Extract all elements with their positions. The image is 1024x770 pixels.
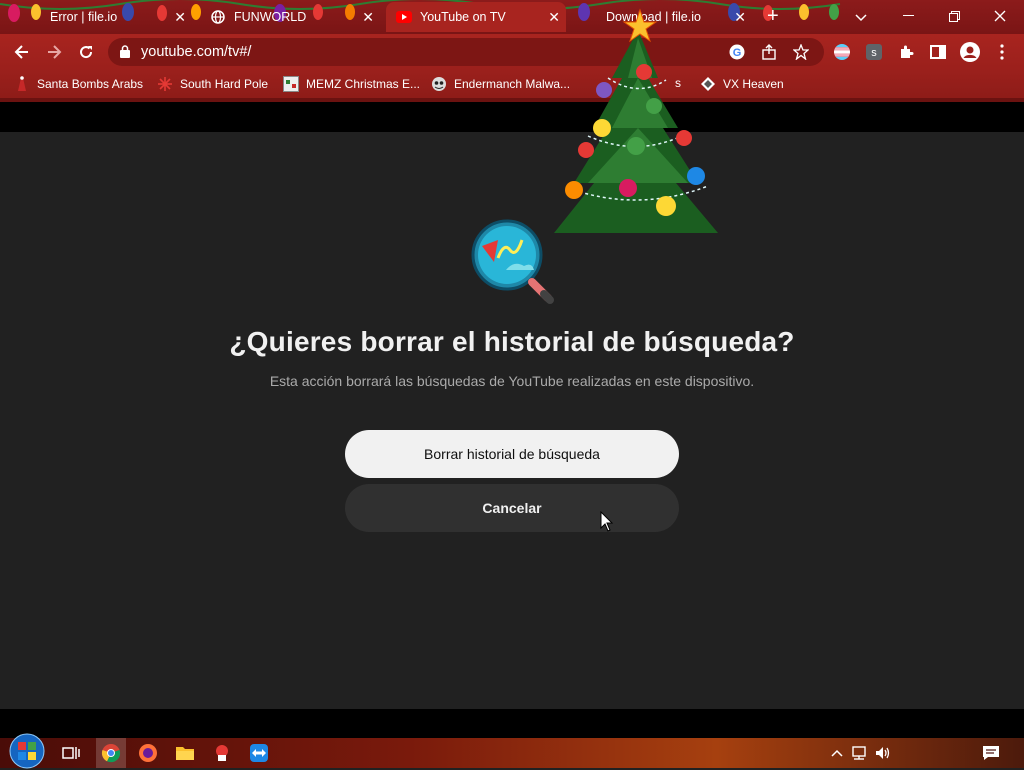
app-taskbar-button[interactable] bbox=[211, 742, 233, 764]
s-extension-icon[interactable]: s bbox=[864, 42, 884, 62]
bookmark-label: South Hard Pole bbox=[180, 77, 269, 91]
browser-toolbar: youtube.com/tv#/ G s bbox=[0, 34, 1024, 70]
side-panel-icon[interactable] bbox=[928, 42, 948, 62]
chrome-taskbar-button[interactable] bbox=[96, 738, 126, 768]
folder-icon bbox=[176, 747, 194, 760]
tab-title: Error | file.io bbox=[50, 10, 118, 24]
globe-icon bbox=[210, 9, 226, 25]
dialog-subtitle: Esta acción borrará las búsquedas de You… bbox=[269, 373, 755, 389]
volume-tray-button[interactable] bbox=[872, 742, 894, 764]
dialog-title: ¿Quieres borrar el historial de búsqueda… bbox=[229, 326, 795, 357]
tab-title: FUNWORLD bbox=[234, 10, 307, 24]
bookmark-label: MEMZ Christmas E... bbox=[306, 77, 421, 91]
red-app-icon bbox=[216, 745, 228, 761]
show-hidden-icons-button[interactable] bbox=[826, 742, 848, 764]
bookmark-label: Santa Bombs Arabs bbox=[37, 77, 144, 91]
clear-search-history-button[interactable]: Borrar historial de búsqueda bbox=[345, 430, 679, 478]
menu-kebab-icon[interactable] bbox=[992, 42, 1012, 62]
network-tray-button[interactable] bbox=[848, 742, 870, 764]
trans-flag-extension-icon[interactable] bbox=[832, 42, 852, 62]
network-icon bbox=[852, 746, 866, 760]
bookmark-memz-christmas[interactable]: MEMZ Christmas E... bbox=[283, 76, 420, 92]
windows-taskbar bbox=[0, 733, 1024, 769]
firefox-icon bbox=[139, 744, 157, 762]
profile-avatar-icon[interactable] bbox=[960, 42, 980, 62]
bookmark-south-hard-pole[interactable]: South Hard Pole bbox=[157, 76, 268, 92]
minimize-button[interactable] bbox=[885, 0, 931, 32]
google-lens-icon[interactable]: G bbox=[728, 43, 746, 61]
bookmark-santa-bombs-arabs[interactable]: Santa Bombs Arabs bbox=[14, 76, 143, 92]
santa-icon bbox=[14, 76, 30, 92]
chrome-icon bbox=[101, 744, 121, 763]
tab-search-chevron-icon[interactable] bbox=[855, 9, 867, 27]
search-history-magnifier-icon bbox=[470, 218, 554, 315]
action-center-button[interactable] bbox=[980, 742, 1002, 764]
chevron-up-icon bbox=[831, 749, 843, 757]
tab-error-file-io[interactable]: Error | file.io ✕ bbox=[16, 2, 192, 32]
close-tab-icon[interactable]: ✕ bbox=[734, 9, 746, 25]
cancel-button[interactable]: Cancelar bbox=[345, 484, 679, 532]
close-tab-icon[interactable]: ✕ bbox=[362, 9, 374, 25]
lock-icon[interactable] bbox=[120, 45, 130, 63]
close-window-button[interactable] bbox=[977, 0, 1023, 32]
youtube-icon bbox=[396, 9, 412, 25]
restore-button[interactable] bbox=[931, 0, 977, 32]
bookmark-star-icon[interactable] bbox=[792, 43, 810, 61]
christmas-tree-decoration bbox=[548, 8, 720, 247]
tab-funworld[interactable]: FUNWORLD ✕ bbox=[200, 2, 380, 32]
close-tab-icon[interactable]: ✕ bbox=[174, 9, 186, 25]
forward-arrow-icon bbox=[48, 45, 62, 59]
bookmarks-bar: Santa Bombs Arabs South Hard Pole MEMZ C… bbox=[0, 70, 1024, 102]
speaker-icon bbox=[876, 747, 890, 759]
start-button[interactable] bbox=[8, 732, 46, 770]
page-top-strip bbox=[0, 102, 1024, 132]
share-icon[interactable] bbox=[760, 43, 778, 61]
tab-youtube-on-tv[interactable]: YouTube on TV ✕ bbox=[386, 2, 566, 32]
task-view-icon bbox=[62, 747, 80, 759]
reload-button[interactable] bbox=[76, 42, 96, 62]
back-arrow-icon bbox=[14, 45, 28, 59]
tab-title: YouTube on TV bbox=[420, 10, 506, 24]
reload-icon bbox=[80, 46, 93, 59]
youtube-tv-page: ¿Quieres borrar el historial de búsqueda… bbox=[0, 132, 1024, 709]
back-button[interactable] bbox=[12, 42, 32, 62]
new-tab-button[interactable]: + bbox=[767, 6, 779, 26]
page-bottom-strip bbox=[0, 709, 1024, 738]
snowflake-icon bbox=[157, 76, 173, 92]
forward-button[interactable] bbox=[44, 42, 64, 62]
extensions-puzzle-icon[interactable] bbox=[896, 42, 916, 62]
url-text[interactable]: youtube.com/tv#/ bbox=[141, 44, 251, 60]
task-view-button[interactable] bbox=[60, 742, 82, 764]
file-explorer-taskbar-button[interactable] bbox=[174, 742, 196, 764]
teamviewer-icon bbox=[250, 744, 268, 762]
file-io-favicon-icon bbox=[26, 9, 42, 25]
svg-text:s: s bbox=[871, 47, 877, 59]
bookmark-label: VX Heaven bbox=[723, 77, 784, 91]
notification-icon bbox=[983, 746, 999, 760]
firefox-taskbar-button[interactable] bbox=[137, 742, 159, 764]
title-bar: Error | file.io ✕ FUNWORLD ✕ YouTube on … bbox=[0, 0, 1024, 34]
endermanch-icon bbox=[431, 76, 447, 92]
windows-orb-icon bbox=[9, 733, 45, 769]
svg-text:G: G bbox=[733, 47, 742, 59]
memz-icon bbox=[283, 76, 299, 92]
teamviewer-taskbar-button[interactable] bbox=[248, 742, 270, 764]
mouse-cursor-icon bbox=[600, 510, 614, 538]
